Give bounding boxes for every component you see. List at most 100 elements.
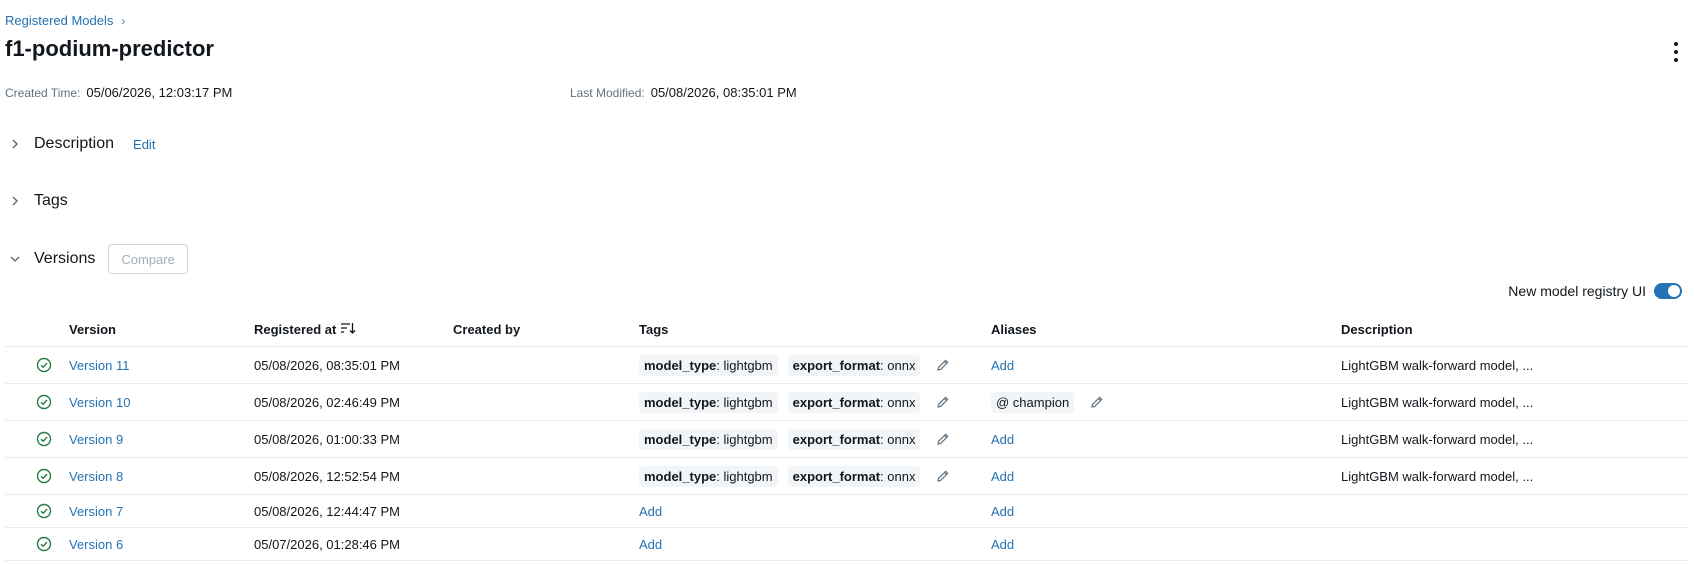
tag-value: : onnx [880,357,916,373]
table-row: Version 8 05/08/2026, 12:52:54 PM model_ty… [5,458,1688,495]
new-registry-ui-label: New model registry UI [1508,283,1646,299]
status-ready-check-icon [36,468,52,484]
tag-value: : lightgbm [716,468,773,484]
registered-at-value: 05/08/2026, 08:35:01 PM [254,357,401,373]
tag-key: model_type [644,357,717,373]
header-description: Description [1341,321,1413,337]
registered-at-value: 05/08/2026, 12:52:54 PM [254,468,401,484]
aliases-cell: Add [991,347,1014,383]
breadcrumb-registered-models-link[interactable]: Registered Models [5,13,113,28]
tag-value: : onnx [880,431,916,447]
header-tags: Tags [639,321,669,337]
tags-cell: model_type: lightgbm export_format: onnx [639,347,950,383]
add-alias-link[interactable]: Add [991,469,1014,484]
tags-cell: model_type: lightgbm export_format: onnx [639,384,950,420]
versions-heading[interactable]: Versions [34,250,95,268]
status-ready-check-icon [36,357,52,373]
status-ready-check-icon [36,431,52,447]
last-modified: Last Modified: 05/08/2026, 08:35:01 PM [570,85,797,100]
page-title: f1-podium-predictor [5,36,214,61]
tag-key: export_format [792,431,881,447]
tag-key: export_format [792,468,881,484]
tag-chip: model_type: lightgbm [639,465,778,487]
aliases-cell: Add [991,421,1014,457]
add-alias-link[interactable]: Add [991,537,1014,552]
tags-cell: Add [639,528,662,560]
version-link[interactable]: Version 7 [69,504,123,519]
version-link[interactable]: Version 9 [69,432,123,447]
status-ready-check-icon [36,503,52,519]
created-time-value: 05/06/2026, 12:03:17 PM [86,85,233,100]
created-time: Created Time: 05/06/2026, 12:03:17 PM [5,85,232,100]
tag-value: : lightgbm [716,357,773,373]
version-link[interactable]: Version 8 [69,469,123,484]
description-value: LightGBM walk-forward model, ... [1341,431,1534,447]
edit-aliases-pencil-icon[interactable] [1090,395,1104,409]
edit-tags-pencil-icon[interactable] [936,395,950,409]
tags-cell: Add [639,495,662,527]
description-value: LightGBM walk-forward model, ... [1341,357,1534,373]
edit-tags-pencil-icon[interactable] [936,358,950,372]
tag-key: model_type [644,431,717,447]
table-header-row: Version Registered at Created by Tags Al… [5,312,1688,347]
description-value: LightGBM walk-forward model, ... [1341,394,1534,410]
aliases-cell: Add [991,528,1014,560]
new-registry-ui-toggle-row: New model registry UI [1508,283,1682,299]
registered-at-value: 05/08/2026, 01:00:33 PM [254,431,401,447]
description-section: Description Edit [10,135,155,153]
aliases-cell: @ champion [991,384,1104,420]
registered-at-value: 05/08/2026, 02:46:49 PM [254,394,401,410]
compare-button[interactable]: Compare [108,244,188,274]
breadcrumb: Registered Models › [5,13,125,28]
status-ready-check-icon [36,536,52,552]
last-modified-label: Last Modified: [570,86,645,100]
tag-chip: export_format: onnx [787,391,921,413]
table-row: Version 6 05/07/2026, 01:28:46 PM Add Add [5,528,1688,561]
description-edit-link[interactable]: Edit [133,137,155,152]
tag-value: : lightgbm [716,394,773,410]
registered-at-value: 05/07/2026, 01:28:46 PM [254,536,401,552]
header-created-by: Created by [453,321,521,337]
alias-chip: @ champion [991,391,1075,413]
edit-tags-pencil-icon[interactable] [936,469,950,483]
header-version: Version [69,321,116,337]
tag-value: : onnx [880,394,916,410]
tag-chip: model_type: lightgbm [639,391,778,413]
tag-chip: export_format: onnx [787,428,921,450]
header-aliases: Aliases [991,321,1037,337]
add-alias-link[interactable]: Add [991,504,1014,519]
add-tags-link[interactable]: Add [639,537,662,552]
header-registered-at-label: Registered at [254,321,337,337]
sort-descending-icon[interactable] [340,321,356,338]
new-registry-ui-toggle[interactable] [1654,283,1682,299]
registered-at-value: 05/08/2026, 12:44:47 PM [254,503,401,519]
table-row: Version 9 05/08/2026, 01:00:33 PM model_ty… [5,421,1688,458]
tags-cell: model_type: lightgbm export_format: onnx [639,421,950,457]
version-link[interactable]: Version 10 [69,395,130,410]
tags-heading[interactable]: Tags [34,192,68,210]
edit-tags-pencil-icon[interactable] [936,432,950,446]
header-registered-at[interactable]: Registered at [254,312,356,346]
tag-key: export_format [792,357,881,373]
created-time-label: Created Time: [5,86,81,100]
tag-value: : onnx [880,468,916,484]
version-link[interactable]: Version 6 [69,537,123,552]
chevron-right-icon: › [121,13,126,28]
tag-chip: model_type: lightgbm [639,354,778,376]
version-link[interactable]: Version 11 [69,358,129,373]
chevron-right-icon[interactable] [10,137,30,152]
tag-chip: export_format: onnx [787,354,921,376]
chevron-down-icon[interactable] [10,252,30,267]
add-alias-link[interactable]: Add [991,358,1014,373]
add-alias-link[interactable]: Add [991,432,1014,447]
description-value: LightGBM walk-forward model, ... [1341,468,1534,484]
versions-section: Versions Compare [10,244,188,274]
tags-section: Tags [10,192,68,210]
add-tags-link[interactable]: Add [639,504,662,519]
description-heading[interactable]: Description [34,135,114,153]
table-row: Version 7 05/08/2026, 12:44:47 PM Add Add [5,495,1688,528]
more-options-icon[interactable] [1668,42,1684,62]
status-ready-check-icon [36,394,52,410]
aliases-cell: Add [991,458,1014,494]
chevron-right-icon[interactable] [10,194,30,209]
